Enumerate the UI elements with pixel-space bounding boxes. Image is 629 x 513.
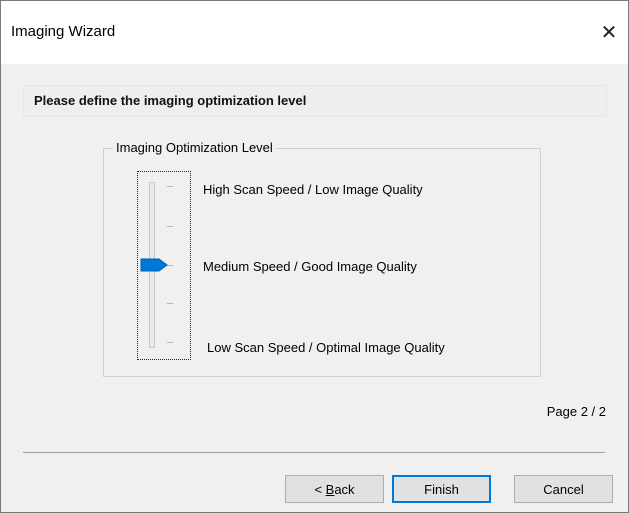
slider-tick [167, 342, 173, 343]
slider-tick [167, 186, 173, 187]
wizard-window: Imaging Wizard ✕ Please define the imagi… [0, 0, 629, 513]
option-low-speed: Low Scan Speed / Optimal Image Quality [207, 340, 445, 355]
slider-thumb-icon[interactable] [140, 258, 168, 272]
window-title: Imaging Wizard [11, 23, 116, 40]
cancel-button[interactable]: Cancel [514, 475, 613, 503]
option-medium-speed: Medium Speed / Good Image Quality [203, 259, 417, 274]
footer-separator [23, 452, 605, 453]
slider-tick [167, 303, 173, 304]
step-instruction: Please define the imaging optimization l… [34, 93, 307, 108]
group-legend: Imaging Optimization Level [113, 140, 276, 155]
optimization-level-group: Imaging Optimization Level High Scan Spe… [103, 140, 541, 377]
back-button-prefix: < [314, 481, 326, 497]
finish-button[interactable]: Finish [392, 475, 491, 503]
page-indicator: Page 2 / 2 [546, 404, 606, 419]
optimization-slider[interactable] [137, 171, 191, 360]
back-button[interactable]: < Back [285, 475, 384, 503]
step-header: Please define the imaging optimization l… [23, 85, 607, 117]
slider-tick [167, 226, 173, 227]
back-button-accel: B [325, 481, 335, 497]
option-high-speed: High Scan Speed / Low Image Quality [203, 182, 423, 197]
close-button[interactable]: ✕ [592, 15, 626, 49]
back-button-rest: ack [334, 481, 355, 497]
title-bar: Imaging Wizard ✕ [1, 1, 628, 64]
close-icon: ✕ [600, 21, 618, 44]
